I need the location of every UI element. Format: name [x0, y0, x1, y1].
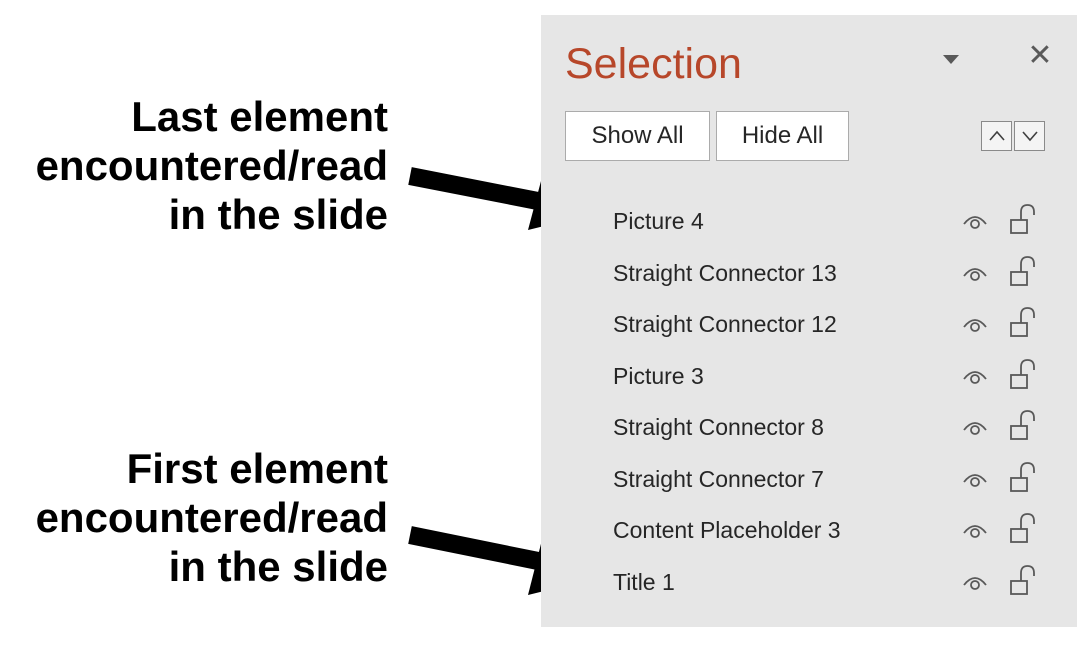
chevron-down-icon — [1021, 131, 1038, 142]
annotation-line: in the slide — [168, 191, 388, 238]
unlock-icon[interactable] — [1008, 459, 1038, 493]
list-item[interactable]: Picture 4 — [541, 195, 1077, 247]
eye-icon[interactable] — [961, 518, 989, 540]
eye-icon[interactable] — [961, 364, 989, 386]
annotation-last-element: Last element encountered/read in the sli… — [0, 92, 388, 239]
annotation-line: in the slide — [168, 543, 388, 590]
unlock-icon[interactable] — [1008, 562, 1038, 596]
pane-title: Selection — [565, 40, 742, 88]
annotation-line: Last element — [131, 93, 388, 140]
item-label: Straight Connector 13 — [613, 259, 837, 286]
eye-icon[interactable] — [961, 415, 989, 437]
unlock-icon[interactable] — [1008, 253, 1038, 287]
annotation-line: encountered/read — [35, 142, 388, 189]
selection-pane: Selection ✕ Show All Hide All Picture 4 … — [541, 15, 1077, 627]
show-all-button[interactable]: Show All — [565, 111, 710, 161]
unlock-icon[interactable] — [1008, 510, 1038, 544]
list-item[interactable]: Straight Connector 12 — [541, 298, 1077, 350]
eye-icon[interactable] — [961, 261, 989, 283]
list-item[interactable]: Picture 3 — [541, 350, 1077, 402]
bring-forward-button[interactable] — [981, 121, 1012, 151]
eye-icon[interactable] — [961, 312, 989, 334]
chevron-up-icon — [988, 130, 1005, 141]
unlock-icon[interactable] — [1008, 201, 1038, 235]
item-label: Content Placeholder 3 — [613, 517, 841, 543]
item-label: Picture 3 — [613, 362, 704, 389]
send-backward-button[interactable] — [1014, 121, 1045, 151]
item-label: Title 1 — [613, 568, 675, 595]
item-label: Straight Connector 8 — [613, 414, 824, 440]
unlock-icon[interactable] — [1008, 304, 1038, 338]
eye-icon[interactable] — [961, 467, 989, 489]
list-item[interactable]: Content Placeholder 3 — [541, 504, 1077, 556]
hide-all-button[interactable]: Hide All — [716, 111, 849, 161]
annotation-first-element: First element encountered/read in the sl… — [0, 444, 388, 591]
list-item[interactable]: Straight Connector 13 — [541, 247, 1077, 299]
list-item[interactable]: Straight Connector 8 — [541, 401, 1077, 453]
unlock-icon[interactable] — [1008, 356, 1038, 390]
unlock-icon[interactable] — [1008, 407, 1038, 441]
pane-options-button[interactable] — [937, 49, 965, 71]
list-item[interactable]: Title 1 — [541, 556, 1077, 608]
item-label: Picture 4 — [613, 208, 704, 234]
selection-list: Picture 4 Straight Connector 13 Straight… — [541, 195, 1077, 607]
item-label: Straight Connector 12 — [613, 311, 837, 337]
eye-icon[interactable] — [961, 209, 989, 231]
eye-icon[interactable] — [961, 570, 989, 592]
annotation-line: First element — [126, 445, 388, 492]
triangle-down-icon — [943, 55, 959, 64]
annotation-line: encountered/read — [35, 494, 388, 541]
close-icon[interactable]: ✕ — [1023, 39, 1057, 73]
list-item[interactable]: Straight Connector 7 — [541, 453, 1077, 505]
item-label: Straight Connector 7 — [613, 465, 824, 492]
